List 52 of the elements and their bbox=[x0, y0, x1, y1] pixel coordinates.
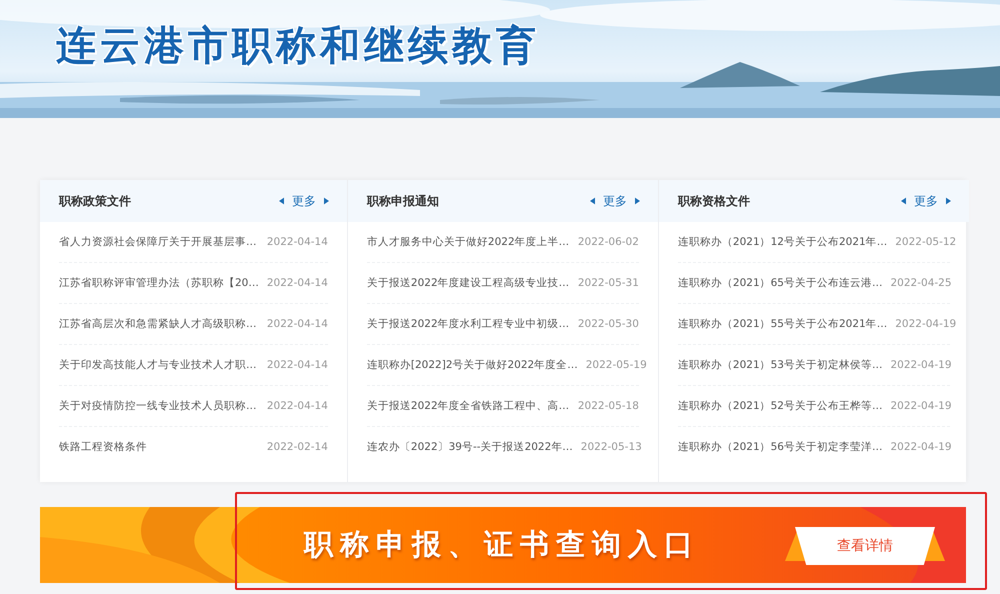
news-link[interactable]: 关于报送2022年度全省铁路工程中、高… bbox=[366, 399, 570, 413]
right-arrow-icon[interactable] bbox=[324, 197, 329, 205]
news-date: 2022-04-19 bbox=[890, 441, 952, 453]
news-date: 2022-05-13 bbox=[580, 441, 642, 453]
right-arrow-icon[interactable] bbox=[634, 197, 640, 205]
news-link[interactable]: 连职称办（2021）53号关于初定林侯等… bbox=[678, 358, 882, 372]
left-arrow-icon[interactable] bbox=[900, 197, 906, 205]
more-link[interactable]: 更多 bbox=[292, 192, 316, 210]
news-date: 2022-05-18 bbox=[578, 400, 639, 412]
news-date: 2022-02-14 bbox=[266, 441, 328, 453]
column-title: 职称政策文件 bbox=[59, 192, 131, 210]
column-title: 职称申报通知 bbox=[366, 192, 439, 210]
left-arrow-icon[interactable] bbox=[278, 197, 284, 205]
news-link[interactable]: 铁路工程资格条件 bbox=[59, 440, 147, 454]
news-date: 2022-05-30 bbox=[578, 318, 639, 330]
news-link[interactable]: 连职称办（2021）12号关于公布2021年… bbox=[678, 235, 888, 249]
news-link[interactable]: 江苏省职称评审管理办法（苏职称【20… bbox=[59, 276, 259, 290]
news-link[interactable]: 关于印发高技能人才与专业技术人才职… bbox=[59, 358, 256, 372]
left-arrow-icon[interactable] bbox=[590, 197, 595, 205]
news-link[interactable]: 关于对疫情防控一线专业技术人员职称… bbox=[59, 399, 256, 413]
news-link[interactable]: 关于报送2022年度建设工程高级专业技… bbox=[366, 276, 570, 290]
right-arrow-icon[interactable] bbox=[946, 197, 951, 205]
promo-title: 职称申报、证书查询入口 bbox=[304, 526, 700, 563]
promo-banner[interactable]: 职称申报、证书查询入口 查看详情 bbox=[40, 507, 966, 583]
news-link[interactable]: 连职称办[2022]2号关于做好2022年度全… bbox=[366, 358, 578, 372]
news-date: 2022-04-19 bbox=[890, 359, 952, 371]
news-date: 2022-05-12 bbox=[895, 236, 956, 248]
site-title: 连云港市职称和继续教育 bbox=[56, 21, 540, 71]
news-date: 2022-04-14 bbox=[266, 400, 328, 412]
more-link[interactable]: 更多 bbox=[602, 192, 627, 210]
news-link[interactable]: 连职称办（2021）65号关于公布连云港… bbox=[678, 276, 882, 290]
news-date: 2022-04-19 bbox=[890, 400, 952, 412]
news-link[interactable]: 连农办〔2022〕39号--关于报送2022年… bbox=[366, 440, 573, 454]
news-date: 2022-04-14 bbox=[266, 277, 328, 289]
news-date: 2022-06-02 bbox=[578, 236, 639, 248]
news-date: 2022-05-19 bbox=[586, 359, 647, 371]
news-date: 2022-04-14 bbox=[266, 318, 328, 330]
news-link[interactable]: 连职称办（2021）55号关于公布2021年… bbox=[678, 317, 888, 331]
news-link[interactable]: 连职称办（2021）56号关于初定李莹洋… bbox=[678, 440, 882, 454]
news-link[interactable]: 关于报送2022年度水利工程专业中初级… bbox=[366, 317, 570, 331]
news-date: 2022-04-25 bbox=[890, 277, 952, 289]
column-title: 职称资格文件 bbox=[678, 192, 750, 210]
more-link[interactable]: 更多 bbox=[914, 192, 938, 210]
news-link[interactable]: 江苏省高层次和急需紧缺人才高级职称… bbox=[59, 317, 256, 331]
news-date: 2022-04-14 bbox=[266, 236, 328, 248]
news-date: 2022-05-31 bbox=[578, 277, 639, 289]
details-button[interactable]: 查看详情 bbox=[795, 527, 935, 565]
news-date: 2022-04-14 bbox=[266, 359, 328, 371]
news-date: 2022-04-19 bbox=[895, 318, 956, 330]
news-link[interactable]: 市人才服务中心关于做好2022年度上半… bbox=[366, 235, 570, 249]
news-link[interactable]: 连职称办（2021）52号关于公布王桦等… bbox=[678, 399, 882, 413]
news-link[interactable]: 省人力资源社会保障厅关于开展基层事… bbox=[59, 235, 256, 249]
